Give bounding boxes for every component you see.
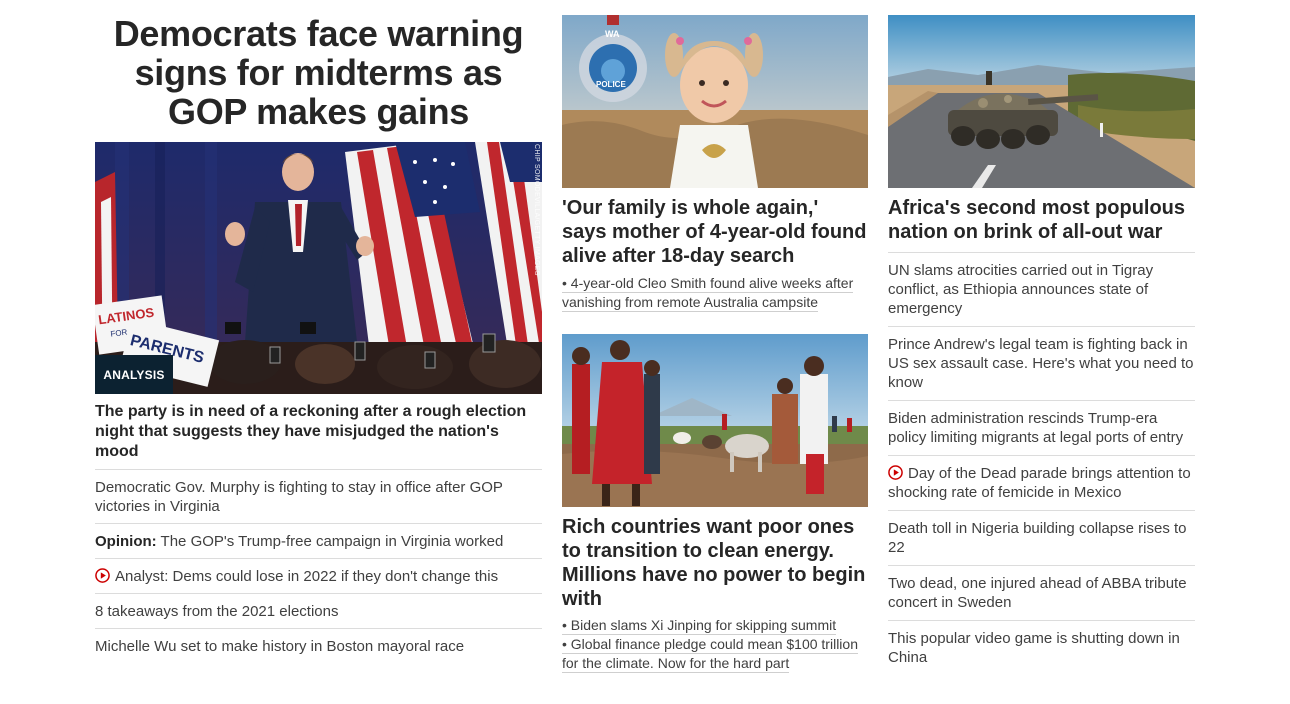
svg-text:POLICE: POLICE	[596, 80, 626, 89]
list-item[interactable]: This popular video game is shutting down…	[888, 621, 1195, 675]
story-title-energy[interactable]: Rich countries want poor ones to transit…	[562, 515, 868, 611]
story-card-cleo: WA POLICE 'Our family is whole again,' s…	[562, 15, 868, 312]
story-image-maasai[interactable]	[562, 334, 868, 507]
right-column: Africa's second most populous nation on …	[888, 15, 1195, 675]
list-item[interactable]: Day of the Dead parade brings attention …	[888, 456, 1195, 511]
middle-column: WA POLICE 'Our family is whole again,' s…	[562, 15, 868, 673]
tank-photo	[888, 15, 1195, 188]
story-image-girl[interactable]: WA POLICE	[562, 15, 868, 188]
top-story-lead[interactable]: The party is in need of a reckoning afte…	[95, 402, 542, 470]
opinion-label: Opinion:	[95, 533, 157, 550]
list-item[interactable]: Michelle Wu set to make history in Bosto…	[95, 629, 542, 663]
photo-credit: CHIP SOMODEVILLA/GETTY IMAGES	[533, 144, 540, 276]
maasai-photo	[562, 334, 868, 507]
top-story-related-list: Democratic Gov. Murphy is fighting to st…	[95, 470, 542, 663]
list-item[interactable]: Analyst: Dems could lose in 2022 if they…	[95, 559, 542, 594]
video-play-icon	[888, 465, 903, 480]
story-title-cleo[interactable]: 'Our family is whole again,' says mother…	[562, 196, 868, 268]
top-story-headline[interactable]: Democrats face warning signs for midterm…	[95, 12, 542, 131]
news-homepage: Democrats face warning signs for midterm…	[0, 0, 1290, 704]
list-item[interactable]: Democratic Gov. Murphy is fighting to st…	[95, 470, 542, 524]
video-play-icon	[95, 568, 110, 583]
story-bullet[interactable]: • Global finance pledge could mean $100 …	[562, 635, 868, 673]
svg-text:WA: WA	[605, 29, 620, 39]
story-image-tank[interactable]	[888, 15, 1195, 188]
list-item[interactable]: UN slams atrocities carried out in Tigra…	[888, 253, 1195, 327]
top-story-column: Democrats face warning signs for midterm…	[95, 12, 542, 663]
top-story-image[interactable]: LATINOS FOR PARENTS CHIP SOMODEVILLA/GET…	[95, 142, 542, 394]
right-headlines-list: UN slams atrocities carried out in Tigra…	[888, 252, 1195, 675]
story-bullet[interactable]: • 4-year-old Cleo Smith found alive week…	[562, 274, 868, 312]
list-item[interactable]: Biden administration rescinds Trump-era …	[888, 401, 1195, 456]
list-item[interactable]: Death toll in Nigeria building collapse …	[888, 511, 1195, 566]
list-item[interactable]: Prince Andrew's legal team is fighting b…	[888, 327, 1195, 401]
analysis-badge: ANALYSIS	[95, 355, 173, 394]
list-item[interactable]: 8 takeaways from the 2021 elections	[95, 594, 542, 629]
girl-photo: WA POLICE	[562, 15, 868, 188]
list-item[interactable]: Two dead, one injured ahead of ABBA trib…	[888, 566, 1195, 621]
list-item[interactable]: Opinion: The GOP's Trump-free campaign i…	[95, 524, 542, 559]
story-bullet[interactable]: • Biden slams Xi Jinping for skipping su…	[562, 616, 868, 635]
story-title-ethiopia[interactable]: Africa's second most populous nation on …	[888, 196, 1195, 244]
story-card-energy: Rich countries want poor ones to transit…	[562, 334, 868, 673]
